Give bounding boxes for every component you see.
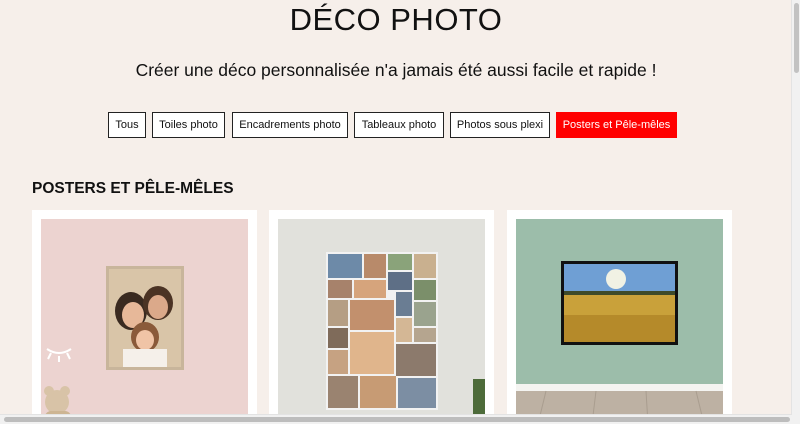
product-image-tableau <box>516 219 723 424</box>
filter-photos-sous-plexi[interactable]: Photos sous plexi <box>450 112 550 138</box>
filter-tableaux-photo[interactable]: Tableaux photo <box>354 112 444 138</box>
horizontal-scrollbar-thumb[interactable] <box>4 417 790 422</box>
filter-tous[interactable]: Tous <box>108 112 146 138</box>
page-title: DÉCO PHOTO <box>289 2 503 37</box>
product-card-pele-mele[interactable] <box>269 210 494 424</box>
vertical-scrollbar-thumb[interactable] <box>794 3 799 73</box>
vertical-scrollbar[interactable] <box>791 0 800 424</box>
filter-encadrements-photo[interactable]: Encadrements photo <box>232 112 348 138</box>
product-image-poster <box>41 219 248 424</box>
product-card-tableau[interactable] <box>507 210 732 424</box>
filter-posters-pele-meles[interactable]: Posters et Pêle-mêles <box>556 112 677 138</box>
page-subtitle: Créer une déco personnalisée n'a jamais … <box>135 60 657 80</box>
section-title: POSTERS ET PÊLE-MÊLES <box>32 180 234 197</box>
filter-toiles-photo[interactable]: Toiles photo <box>152 112 225 138</box>
product-card-poster[interactable] <box>32 210 257 424</box>
horizontal-scrollbar[interactable] <box>0 414 792 424</box>
product-image-pele-mele <box>278 219 485 424</box>
